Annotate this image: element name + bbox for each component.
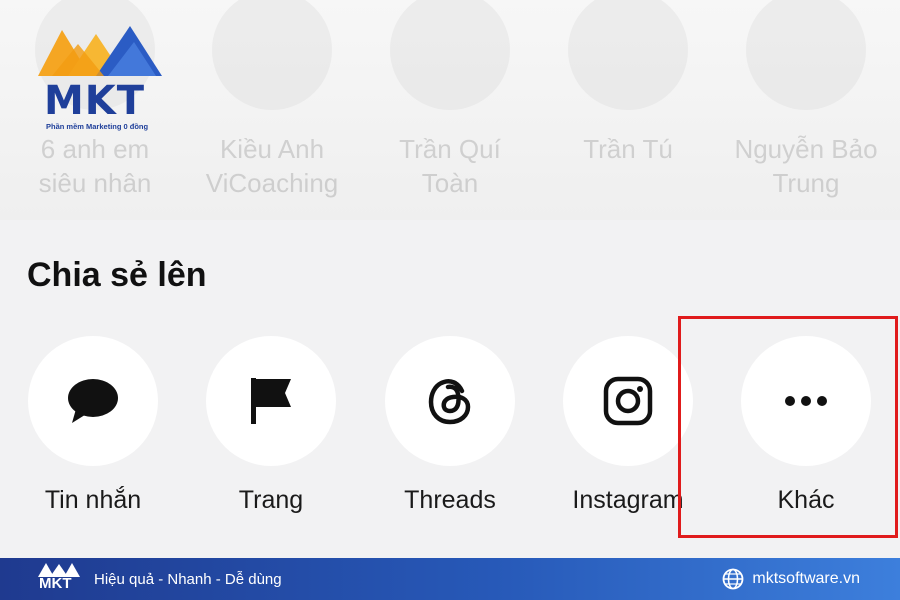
footer-logo-text: MKT [39,575,72,592]
footer-tagline: Hiệu quả - Nhanh - Dễ dùng [94,570,282,588]
contact-avatar [568,0,688,110]
share-sheet: Chia sẻ lên Tin nhắn Trang Threads Insta… [0,220,900,558]
footer-banner: MKT Hiệu quả - Nhanh - Dễ dùng mktsoftwa… [0,558,900,600]
instagram-icon [603,376,653,426]
option-circle[interactable] [206,336,336,466]
contact-name: Kiều Anh ViCoaching [205,134,339,198]
globe-icon [723,568,744,590]
contact-avatar [390,0,510,110]
flag-icon [251,378,291,424]
share-title: Chia sẻ lên [27,256,207,294]
highlight-box [678,316,898,538]
option-circle[interactable] [28,336,158,466]
contact-name: Trần Quí Toàn [399,134,501,198]
contact-item[interactable]: Nguyễn Bảo Trung [726,0,886,200]
contact-name: Nguyễn Bảo Trung [734,134,878,198]
threads-icon [428,379,471,425]
contact-item[interactable]: Trần Tú [548,0,708,166]
option-label: Tin nhắn [44,486,142,514]
logo-text: MKT [44,78,146,124]
mkt-logo: MKT Phần mềm Marketing 0 đồng [38,24,162,134]
contact-name: 6 anh em siêu nhân [38,134,152,198]
contact-item[interactable]: Kiều Anh ViCoaching [192,0,352,200]
option-label: Threads [404,486,496,514]
share-option-messages[interactable]: Tin nhắn [3,336,183,515]
option-circle[interactable] [385,336,515,466]
contact-avatar [746,0,866,110]
contact-name: Trần Tú [583,134,673,164]
share-option-page[interactable]: Trang [181,336,361,515]
footer-logo: MKT [38,562,80,596]
footer-website[interactable]: mktsoftware.vn [722,558,860,600]
option-label: Trang [238,486,304,514]
share-option-threads[interactable]: Threads [360,336,540,515]
mkt-logo-mark-icon [38,26,162,76]
contact-item[interactable]: Trần Quí Toàn [370,0,530,200]
website-text[interactable]: mktsoftware.vn [752,570,860,588]
message-bubble-icon [68,379,118,423]
option-circle[interactable] [563,336,693,466]
logo-tagline: Phần mềm Marketing 0 đồng [46,122,149,131]
contact-avatar [212,0,332,110]
